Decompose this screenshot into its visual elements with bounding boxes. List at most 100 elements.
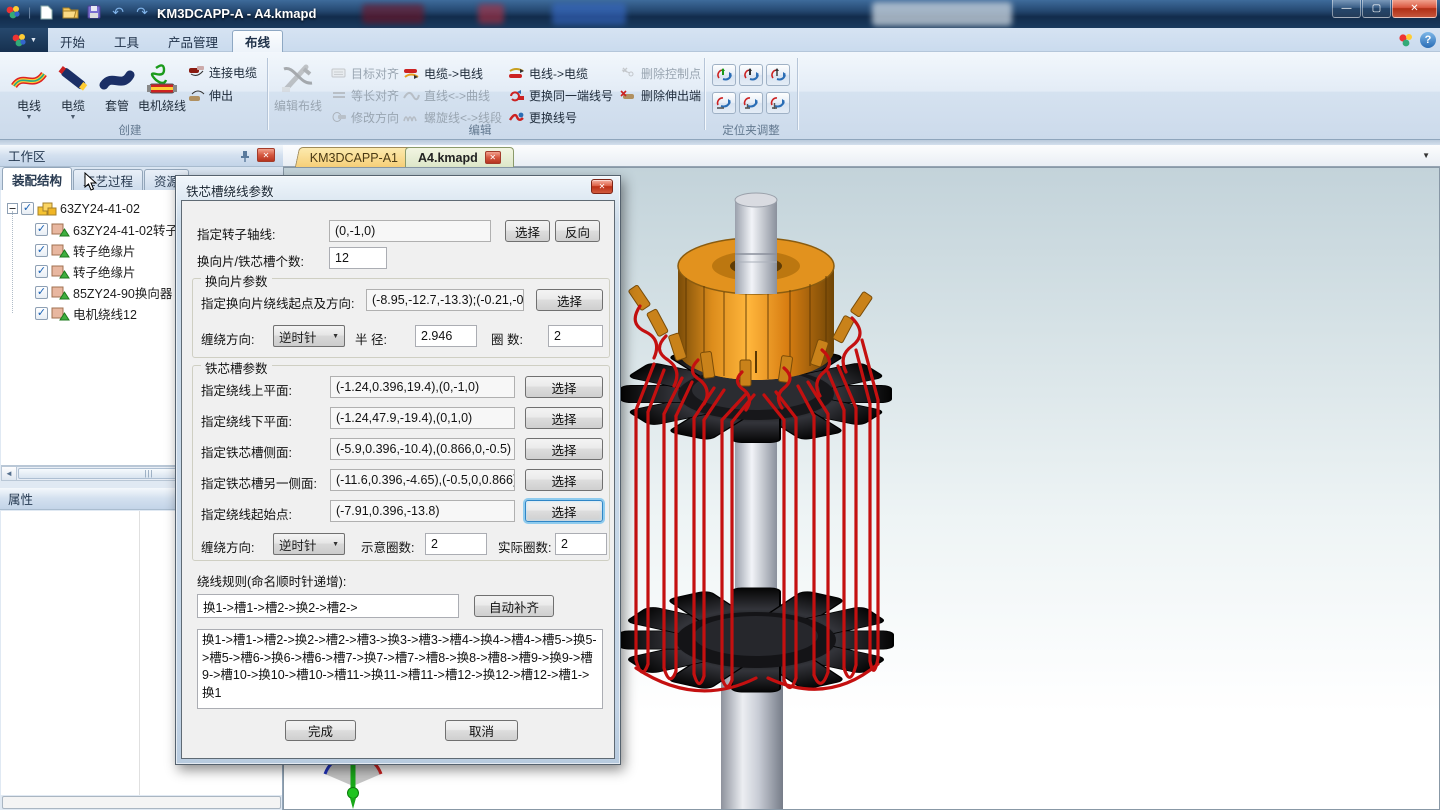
extend-icon xyxy=(188,87,205,103)
rotor-axis-reverse-button[interactable]: 反向 xyxy=(555,220,600,242)
tree-row-child[interactable]: ✓ 转子绝缘片 xyxy=(35,242,136,259)
doc-tab-km3dcapp-a1[interactable]: KM3DCAPP-A1 xyxy=(295,147,413,167)
demo-turns-input[interactable] xyxy=(425,533,487,555)
start-point-field[interactable]: (-7.91,0.396,-13.8) xyxy=(330,500,515,522)
checkbox-checked-icon[interactable]: ✓ xyxy=(35,223,48,236)
core-wind-dir-dropdown[interactable]: 逆时针▼ xyxy=(273,533,345,555)
commutator-start-field[interactable]: (-8.95,-12.7,-13.3);(-0.21,-0.9 xyxy=(366,289,524,311)
checkbox-checked-icon[interactable]: ✓ xyxy=(35,244,48,257)
scroll-left-arrow-icon[interactable]: ◄ xyxy=(2,467,17,480)
start-point-select-button[interactable]: 选择 xyxy=(525,500,603,522)
rotor-axis-field[interactable]: (0,-1,0) xyxy=(329,220,491,242)
clamp-adjust-button-5[interactable] xyxy=(739,92,763,114)
clamp-adjust-button-4[interactable] xyxy=(712,92,736,114)
cancel-button[interactable]: 取消 xyxy=(445,720,518,741)
properties-edit-strip[interactable] xyxy=(2,796,281,809)
autofill-button[interactable]: 自动补齐 xyxy=(474,595,554,617)
equal-length-align-icon xyxy=(330,87,347,103)
close-button[interactable]: ✕ xyxy=(1392,0,1437,18)
dropdown-icon: ▼ xyxy=(26,114,33,121)
commutator-wind-dir-label: 缠绕方向: xyxy=(201,329,254,348)
checkbox-checked-icon[interactable]: ✓ xyxy=(35,265,48,278)
tab-start[interactable]: 开始 xyxy=(48,30,97,52)
ribbon: 电线 ▼ 电缆 ▼ 套管 电机绕线 连接电缆 伸出 创建 编辑布线 目标 xyxy=(0,52,1440,140)
delete-extension-end-button[interactable]: 删除伸出端 xyxy=(620,85,701,105)
part-icon xyxy=(51,243,70,258)
wire-button[interactable]: 电线 ▼ xyxy=(6,56,52,134)
slot-other-side-select-button[interactable]: 选择 xyxy=(525,469,603,491)
wire-to-cable-button[interactable]: 电线->电缆 xyxy=(508,63,588,83)
workspace-panel-header: 工作区 ✕ xyxy=(0,145,283,167)
lower-plane-field[interactable]: (-1.24,47.9,-19.4),(0,1,0) xyxy=(330,407,515,429)
tab-process[interactable]: 工艺过程 xyxy=(73,169,143,190)
commutator-wind-dir-dropdown[interactable]: 逆时针▼ xyxy=(273,325,345,347)
minimize-button[interactable]: — xyxy=(1332,0,1361,18)
checkbox-checked-icon[interactable]: ✓ xyxy=(21,202,34,215)
maximize-button[interactable]: ▢ xyxy=(1362,0,1391,18)
doc-tab-a4-kmapd[interactable]: A4.kmapd ✕ xyxy=(405,147,514,167)
help-icon[interactable]: ? xyxy=(1420,32,1436,48)
checkbox-checked-icon[interactable]: ✓ xyxy=(35,286,48,299)
actual-turns-label: 实际圈数: xyxy=(498,537,551,556)
slot-other-side-field[interactable]: (-11.6,0.396,-4.65),(-0.5,0,0.866) xyxy=(330,469,515,491)
actual-turns-input[interactable] xyxy=(555,533,607,555)
title-bar: | ↶ ↷ ▼ KM3DCAPP-A - A4.kmapd — ▢ ✕ xyxy=(0,0,1440,28)
assembly-icon xyxy=(37,201,57,217)
redo-icon[interactable]: ↷ xyxy=(133,3,151,21)
dialog-close-icon[interactable]: ✕ xyxy=(591,179,613,194)
finish-button[interactable]: 完成 xyxy=(285,720,356,741)
doc-tab-close-icon[interactable]: ✕ xyxy=(485,151,501,164)
tree-row-child[interactable]: ✓ 63ZY24-41-02转子 xyxy=(35,221,178,238)
lower-plane-select-button[interactable]: 选择 xyxy=(525,407,603,429)
panel-close-icon[interactable]: ✕ xyxy=(257,148,275,162)
tree-row-child[interactable]: ✓ 85ZY24-90换向器 xyxy=(35,284,172,301)
clamp-adjust-button-2[interactable] xyxy=(739,64,763,86)
commutator-start-select-button[interactable]: 选择 xyxy=(536,289,603,311)
tree-row-child[interactable]: ✓ 电机绕线12 xyxy=(35,305,137,322)
tab-product-management[interactable]: 产品管理 xyxy=(156,30,230,52)
properties-column-divider[interactable] xyxy=(139,511,140,795)
group-label-create: 创建 xyxy=(90,122,170,138)
line-curve-button[interactable]: 直线<->曲线 xyxy=(403,85,490,105)
commutator-radius-label: 半 径: xyxy=(355,329,387,348)
clamp-adjust-button-3[interactable] xyxy=(766,64,790,86)
commutator-radius-input[interactable] xyxy=(415,325,477,347)
target-align-button[interactable]: 目标对齐 xyxy=(330,63,399,83)
rotor-axis-select-button[interactable]: 选择 xyxy=(505,220,550,242)
tab-list-dropdown-icon[interactable]: ▼ xyxy=(1422,151,1430,160)
change-same-end-number-button[interactable]: 更换同一端线号 xyxy=(508,85,613,105)
app-menu-button[interactable]: ▼ xyxy=(0,28,48,52)
tree-row-root[interactable]: ✓ 63ZY24-41-02 xyxy=(7,200,140,217)
undo-icon[interactable]: ↶ xyxy=(109,3,127,21)
tab-assembly-structure[interactable]: 装配结构 xyxy=(2,167,72,190)
tree-row-child[interactable]: ✓ 转子绝缘片 xyxy=(35,263,136,280)
upper-plane-select-button[interactable]: 选择 xyxy=(525,376,603,398)
extend-button[interactable]: 伸出 xyxy=(188,85,233,105)
new-document-icon[interactable] xyxy=(37,3,55,21)
tab-routing[interactable]: 布线 xyxy=(232,30,283,52)
helix-segment-icon xyxy=(403,109,420,125)
slot-side-select-button[interactable]: 选择 xyxy=(525,438,603,460)
rule-input[interactable] xyxy=(197,594,459,618)
cable-to-wire-button[interactable]: 电缆->电线 xyxy=(403,63,483,83)
segment-count-input[interactable] xyxy=(329,247,387,269)
dialog-title: 铁芯槽绕线参数 xyxy=(186,181,274,200)
pin-icon[interactable] xyxy=(239,150,251,163)
open-folder-icon[interactable] xyxy=(61,3,79,21)
slot-side-field[interactable]: (-5.9,0.396,-10.4),(0.866,0,-0.5) xyxy=(330,438,515,460)
workspace-title: 工作区 xyxy=(8,146,46,165)
commutator-turns-input[interactable] xyxy=(548,325,603,347)
edit-routing-button[interactable]: 编辑布线 xyxy=(272,56,324,134)
modify-direction-button[interactable]: 修改方向 xyxy=(330,107,399,127)
delete-control-point-button[interactable]: 删除控制点 xyxy=(620,63,701,83)
tab-tools[interactable]: 工具 xyxy=(102,30,151,52)
rule-result-box[interactable]: 换1->槽1->槽2->换2->槽2->槽3->换3->槽3->槽4->换4->… xyxy=(197,629,603,709)
clamp-adjust-button-1[interactable] xyxy=(712,64,736,86)
core-slot-params-group: 铁芯槽参数 指定绕线上平面: (-1.24,0.396,19.4),(0,-1,… xyxy=(192,365,610,561)
equal-length-align-button[interactable]: 等长对齐 xyxy=(330,85,399,105)
save-icon[interactable] xyxy=(85,3,103,21)
checkbox-checked-icon[interactable]: ✓ xyxy=(35,307,48,320)
connect-cable-button[interactable]: 连接电缆 xyxy=(188,62,257,82)
clamp-adjust-button-6[interactable] xyxy=(766,92,790,114)
upper-plane-field[interactable]: (-1.24,0.396,19.4),(0,-1,0) xyxy=(330,376,515,398)
